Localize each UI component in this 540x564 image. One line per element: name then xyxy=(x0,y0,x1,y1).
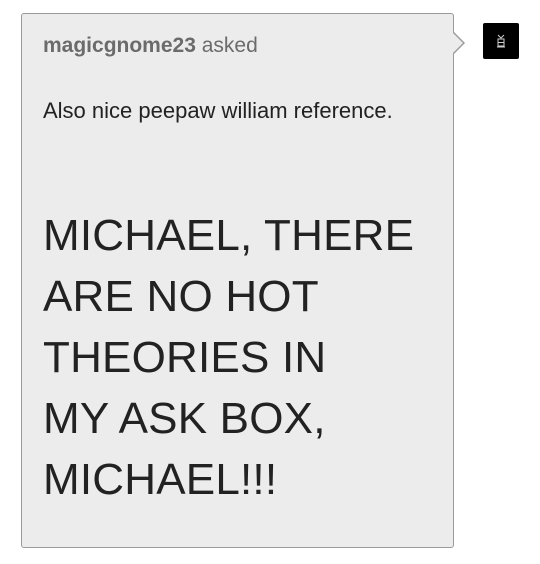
ask-big-text: MICHAEL, THERE ARE NO HOT THEORIES IN MY… xyxy=(43,205,443,510)
ask-big-line: THEORIES IN xyxy=(43,333,327,382)
asker-avatar[interactable] xyxy=(483,23,519,59)
avatar-icon xyxy=(497,34,505,48)
asker-line: magicgnome23 asked xyxy=(43,33,258,59)
ask-big-line: MICHAEL, THERE xyxy=(43,211,415,260)
asked-label: asked xyxy=(201,34,258,57)
ask-card: magicgnome23 asked Also nice peepaw will… xyxy=(21,13,465,548)
ask-big-line: ARE NO HOT xyxy=(43,272,319,321)
asker-name-link[interactable]: magicgnome23 xyxy=(43,34,196,57)
ask-big-line: MY ASK BOX, xyxy=(43,394,326,443)
ask-big-line: MICHAEL!!! xyxy=(43,455,278,504)
ask-body: Also nice peepaw william reference. MICH… xyxy=(43,97,443,510)
ask-card-pointer-fill xyxy=(452,32,463,54)
ask-small-text: Also nice peepaw william reference. xyxy=(43,98,393,123)
